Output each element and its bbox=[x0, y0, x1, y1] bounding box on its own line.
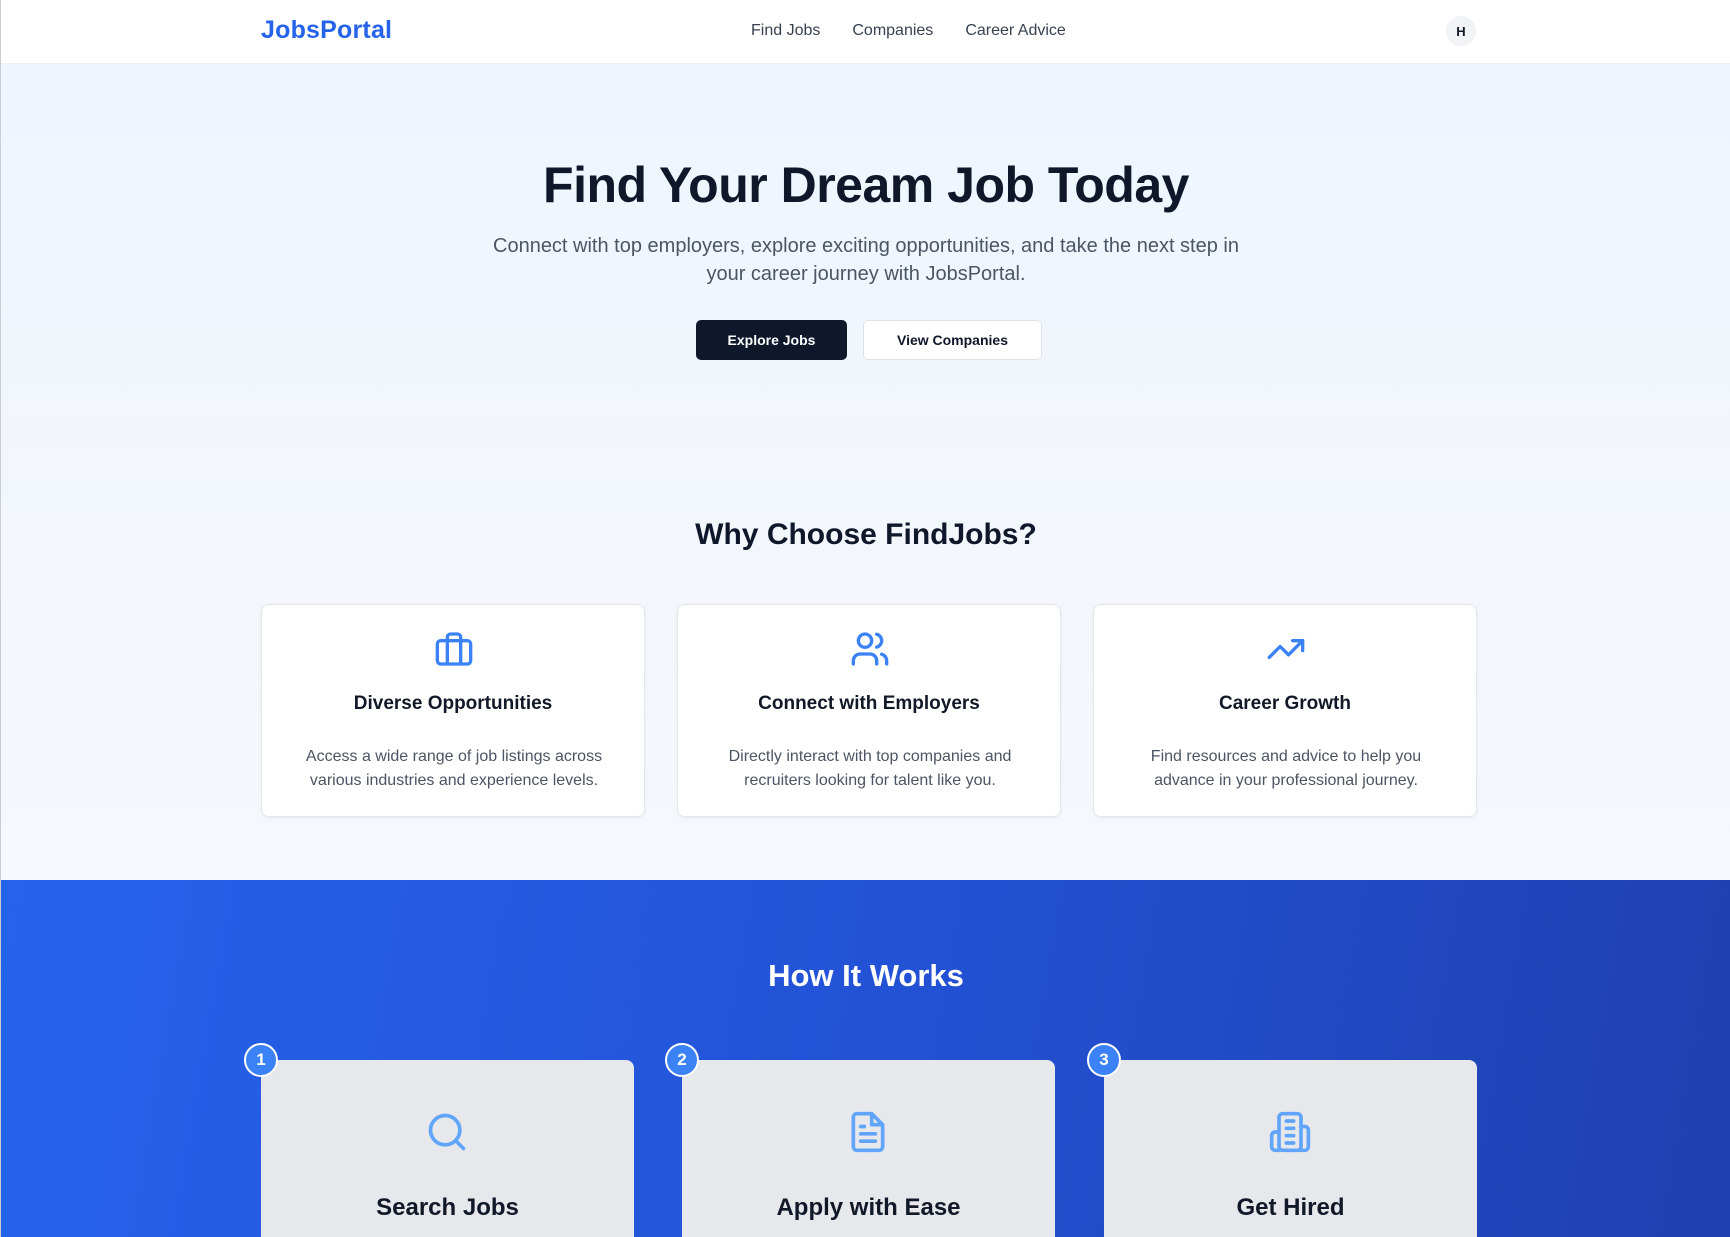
document-icon bbox=[851, 1111, 885, 1153]
feature-description: Access a wide range of job listings acro… bbox=[305, 748, 603, 789]
feature-card-career-growth: Career Growth Find resources and advice … bbox=[1093, 604, 1477, 817]
step-card-get-hired: 3 Get Hired bbox=[1087, 1043, 1477, 1237]
hero-section: Find Your Dream Job Today Connect with t… bbox=[1, 64, 1730, 880]
step-title: Get Hired bbox=[1236, 1194, 1345, 1221]
trending-up-icon bbox=[1267, 639, 1305, 659]
feature-card-diverse-opportunities: Diverse Opportunities Access a wide rang… bbox=[261, 604, 645, 817]
main-nav: Find Jobs Companies Career Advice bbox=[751, 22, 1066, 40]
step-number-badge: 1 bbox=[244, 1043, 278, 1077]
hero-title: Find Your Dream Job Today bbox=[543, 157, 1189, 213]
feature-card-connect-employers: Connect with Employers Directly interact… bbox=[677, 604, 1061, 817]
step-card-search-jobs: 1 Search Jobs bbox=[244, 1043, 634, 1237]
why-section-title: Why Choose FindJobs? bbox=[695, 518, 1037, 551]
feature-description: Find resources and advice to help you ad… bbox=[1150, 748, 1422, 789]
feature-description: Directly interact with top companies and… bbox=[728, 748, 1012, 789]
building-icon bbox=[1269, 1111, 1311, 1153]
page: JobsPortal Find Jobs Companies Career Ad… bbox=[0, 0, 1730, 1237]
nav-companies[interactable]: Companies bbox=[852, 22, 933, 40]
how-it-works-section: How It Works 1 Search Jobs 2 Apply with … bbox=[1, 880, 1730, 1237]
view-companies-button[interactable]: View Companies bbox=[863, 320, 1042, 360]
nav-career-advice[interactable]: Career Advice bbox=[965, 22, 1066, 40]
feature-title: Connect with Employers bbox=[758, 693, 980, 714]
feature-title: Career Growth bbox=[1219, 693, 1351, 714]
step-number-badge: 3 bbox=[1087, 1043, 1121, 1077]
hero-subtitle: Connect with top employers, explore exci… bbox=[493, 235, 1239, 285]
explore-jobs-button[interactable]: Explore Jobs bbox=[696, 320, 847, 360]
how-it-works-title: How It Works bbox=[768, 958, 964, 993]
step-number-badge: 2 bbox=[665, 1043, 699, 1077]
step-card-apply-with-ease: 2 Apply with Ease bbox=[665, 1043, 1055, 1237]
step-title: Search Jobs bbox=[376, 1194, 519, 1221]
briefcase-icon bbox=[435, 632, 473, 666]
brand-logo[interactable]: JobsPortal bbox=[261, 16, 392, 45]
users-icon bbox=[851, 632, 889, 666]
search-icon bbox=[428, 1113, 466, 1151]
step-title: Apply with Ease bbox=[776, 1194, 961, 1221]
top-navbar: JobsPortal Find Jobs Companies Career Ad… bbox=[1, 0, 1730, 64]
feature-title: Diverse Opportunities bbox=[353, 693, 553, 714]
nav-find-jobs[interactable]: Find Jobs bbox=[751, 22, 820, 40]
user-avatar[interactable]: H bbox=[1446, 16, 1476, 46]
